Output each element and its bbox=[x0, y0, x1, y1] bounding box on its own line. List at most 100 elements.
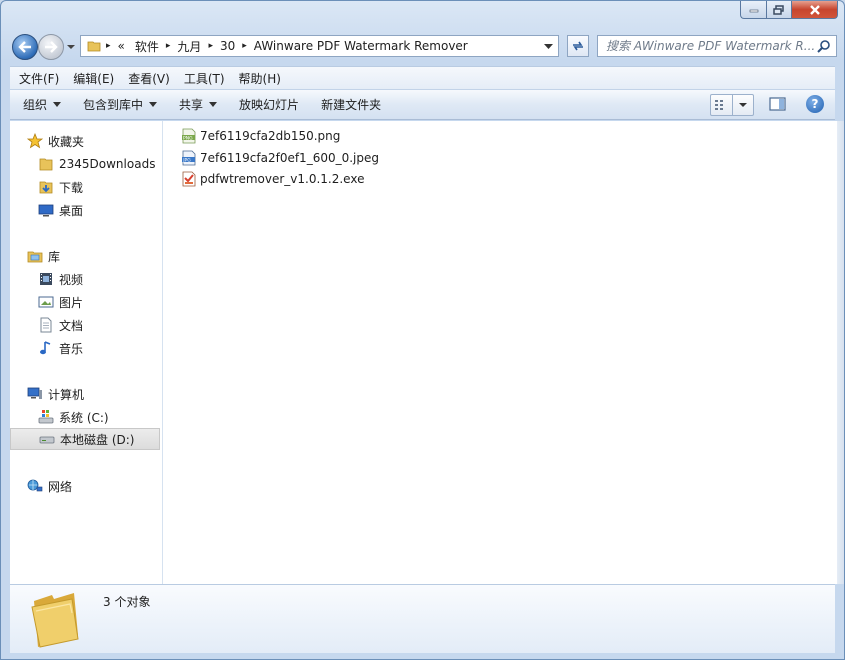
desktop-icon bbox=[38, 202, 54, 218]
breadcrumb-separator[interactable]: ▸ bbox=[206, 41, 215, 51]
nav-item-label: 音乐 bbox=[59, 341, 84, 356]
nav-item-label: 图片 bbox=[59, 295, 84, 310]
nav-item-label: 下载 bbox=[59, 180, 84, 195]
music-note-icon bbox=[38, 340, 54, 356]
include-in-library-button[interactable]: 包含到库中 bbox=[74, 96, 166, 113]
share-label: 共享 bbox=[179, 98, 204, 112]
view-details-icon[interactable] bbox=[711, 95, 732, 115]
nav-item-downloads[interactable]: 下载 bbox=[10, 176, 162, 198]
close-button[interactable] bbox=[792, 1, 838, 19]
jpeg-file-icon: JPG bbox=[181, 150, 197, 166]
chevron-down-icon bbox=[544, 43, 553, 49]
nav-libraries-label: 库 bbox=[48, 249, 61, 264]
menu-file[interactable]: 文件(F) bbox=[14, 70, 64, 87]
scrollbar[interactable] bbox=[837, 121, 844, 584]
breadcrumb-item[interactable]: 软件 bbox=[130, 38, 164, 55]
view-options-dropdown[interactable] bbox=[731, 95, 753, 115]
pictures-icon bbox=[38, 294, 54, 310]
nav-item-desktop[interactable]: 桌面 bbox=[10, 199, 162, 221]
share-button[interactable]: 共享 bbox=[170, 96, 226, 113]
nav-computer[interactable]: 计算机 bbox=[10, 383, 162, 405]
breadcrumb-overflow[interactable]: « bbox=[113, 39, 130, 53]
file-name: 7ef6119cfa2f0ef1_600_0.jpeg bbox=[200, 151, 379, 165]
exe-file-icon bbox=[181, 171, 197, 187]
chevron-down-icon bbox=[149, 102, 158, 107]
address-dropdown[interactable] bbox=[544, 42, 558, 51]
chevron-down-icon bbox=[53, 102, 62, 107]
downloads-folder-icon bbox=[38, 179, 54, 195]
breadcrumb-current[interactable]: AWinware PDF Watermark Remover bbox=[249, 39, 473, 53]
nav-item-2345downloads[interactable]: 2345Downloads bbox=[10, 153, 162, 175]
command-bar: 组织 包含到库中 共享 放映幻灯片 新建文件夹 ? bbox=[10, 89, 835, 120]
organize-button[interactable]: 组织 bbox=[14, 96, 70, 113]
nav-item-music[interactable]: 音乐 bbox=[10, 337, 162, 359]
nav-favorites[interactable]: 收藏夹 bbox=[10, 130, 162, 152]
search-box[interactable] bbox=[597, 35, 837, 57]
nav-libraries[interactable]: 库 bbox=[10, 245, 162, 267]
network-icon bbox=[27, 478, 43, 494]
svg-text:JPG: JPG bbox=[182, 157, 191, 163]
navigation-pane: 收藏夹 2345Downloads 下载 桌面 库 视频 图片 文档 音乐 计算… bbox=[10, 121, 163, 584]
file-item[interactable]: JPG 7ef6119cfa2f0ef1_600_0.jpeg bbox=[181, 148, 379, 168]
system-drive-icon bbox=[38, 409, 54, 425]
breadcrumb-item[interactable]: 30 bbox=[215, 39, 240, 53]
file-name: pdfwtremover_v1.0.1.2.exe bbox=[200, 172, 365, 186]
nav-item-label: 2345Downloads bbox=[59, 157, 156, 171]
help-button[interactable]: ? bbox=[806, 95, 824, 113]
preview-pane-icon bbox=[769, 97, 786, 111]
nav-item-documents[interactable]: 文档 bbox=[10, 314, 162, 336]
nav-item-drive-d[interactable]: 本地磁盘 (D:) bbox=[10, 428, 160, 450]
slideshow-button[interactable]: 放映幻灯片 bbox=[230, 96, 308, 113]
restore-icon bbox=[773, 4, 784, 15]
details-pane: 3 个对象 bbox=[10, 584, 835, 653]
breadcrumb-separator[interactable]: ▸ bbox=[240, 41, 249, 51]
change-view-button[interactable] bbox=[710, 94, 754, 116]
file-item[interactable]: pdfwtremover_v1.0.1.2.exe bbox=[181, 169, 364, 189]
nav-item-label: 系统 (C:) bbox=[59, 410, 109, 425]
caption-buttons bbox=[740, 1, 838, 19]
refresh-icon bbox=[573, 41, 583, 51]
forward-button[interactable] bbox=[38, 34, 64, 60]
star-icon bbox=[27, 133, 43, 149]
history-dropdown[interactable] bbox=[66, 41, 76, 53]
nav-item-label: 视频 bbox=[59, 272, 84, 287]
maximize-button[interactable] bbox=[766, 1, 792, 19]
breadcrumb-item[interactable]: 九月 bbox=[172, 38, 206, 55]
folder-icon bbox=[28, 591, 84, 649]
back-button[interactable] bbox=[12, 34, 38, 60]
arrow-left-icon bbox=[18, 41, 31, 53]
search-icon[interactable] bbox=[817, 39, 836, 53]
organize-label: 组织 bbox=[23, 98, 48, 112]
breadcrumb-separator[interactable]: ▸ bbox=[164, 41, 173, 51]
nav-favorites-label: 收藏夹 bbox=[48, 134, 85, 149]
hard-drive-icon bbox=[39, 431, 55, 447]
address-bar[interactable]: ▸ « 软件 ▸ 九月 ▸ 30 ▸ AWinware PDF Watermar… bbox=[80, 35, 559, 57]
folder-icon bbox=[38, 156, 54, 172]
menu-help[interactable]: 帮助(H) bbox=[234, 70, 286, 87]
svg-text:PNG: PNG bbox=[183, 135, 193, 141]
nav-item-drive-c[interactable]: 系统 (C:) bbox=[10, 406, 162, 428]
new-folder-button[interactable]: 新建文件夹 bbox=[312, 96, 390, 113]
refresh-button[interactable] bbox=[567, 35, 589, 57]
breadcrumb-separator: ▸ bbox=[106, 41, 111, 51]
chevron-down-icon bbox=[67, 45, 75, 49]
nav-item-videos[interactable]: 视频 bbox=[10, 268, 162, 290]
include-label: 包含到库中 bbox=[83, 98, 144, 112]
menu-view[interactable]: 查看(V) bbox=[123, 70, 175, 87]
navigation-row: ▸ « 软件 ▸ 九月 ▸ 30 ▸ AWinware PDF Watermar… bbox=[10, 32, 837, 60]
search-input[interactable] bbox=[598, 38, 817, 54]
nav-network[interactable]: 网络 bbox=[10, 475, 162, 497]
file-list: PNG 7ef6119cfa2db150.png JPG 7ef6119cfa2… bbox=[163, 121, 837, 584]
menu-bar: 文件(F) 编辑(E) 查看(V) 工具(T) 帮助(H) bbox=[10, 66, 835, 89]
video-icon bbox=[38, 271, 54, 287]
nav-item-label: 文档 bbox=[59, 318, 84, 333]
nav-item-pictures[interactable]: 图片 bbox=[10, 291, 162, 313]
arrow-right-icon bbox=[45, 41, 58, 53]
chevron-down-icon bbox=[738, 103, 747, 107]
file-item[interactable]: PNG 7ef6119cfa2db150.png bbox=[181, 126, 340, 146]
menu-edit[interactable]: 编辑(E) bbox=[68, 70, 119, 87]
minimize-button[interactable] bbox=[740, 1, 766, 19]
chevron-down-icon bbox=[209, 102, 218, 107]
preview-pane-button[interactable] bbox=[769, 96, 787, 112]
menu-tools[interactable]: 工具(T) bbox=[179, 70, 230, 87]
